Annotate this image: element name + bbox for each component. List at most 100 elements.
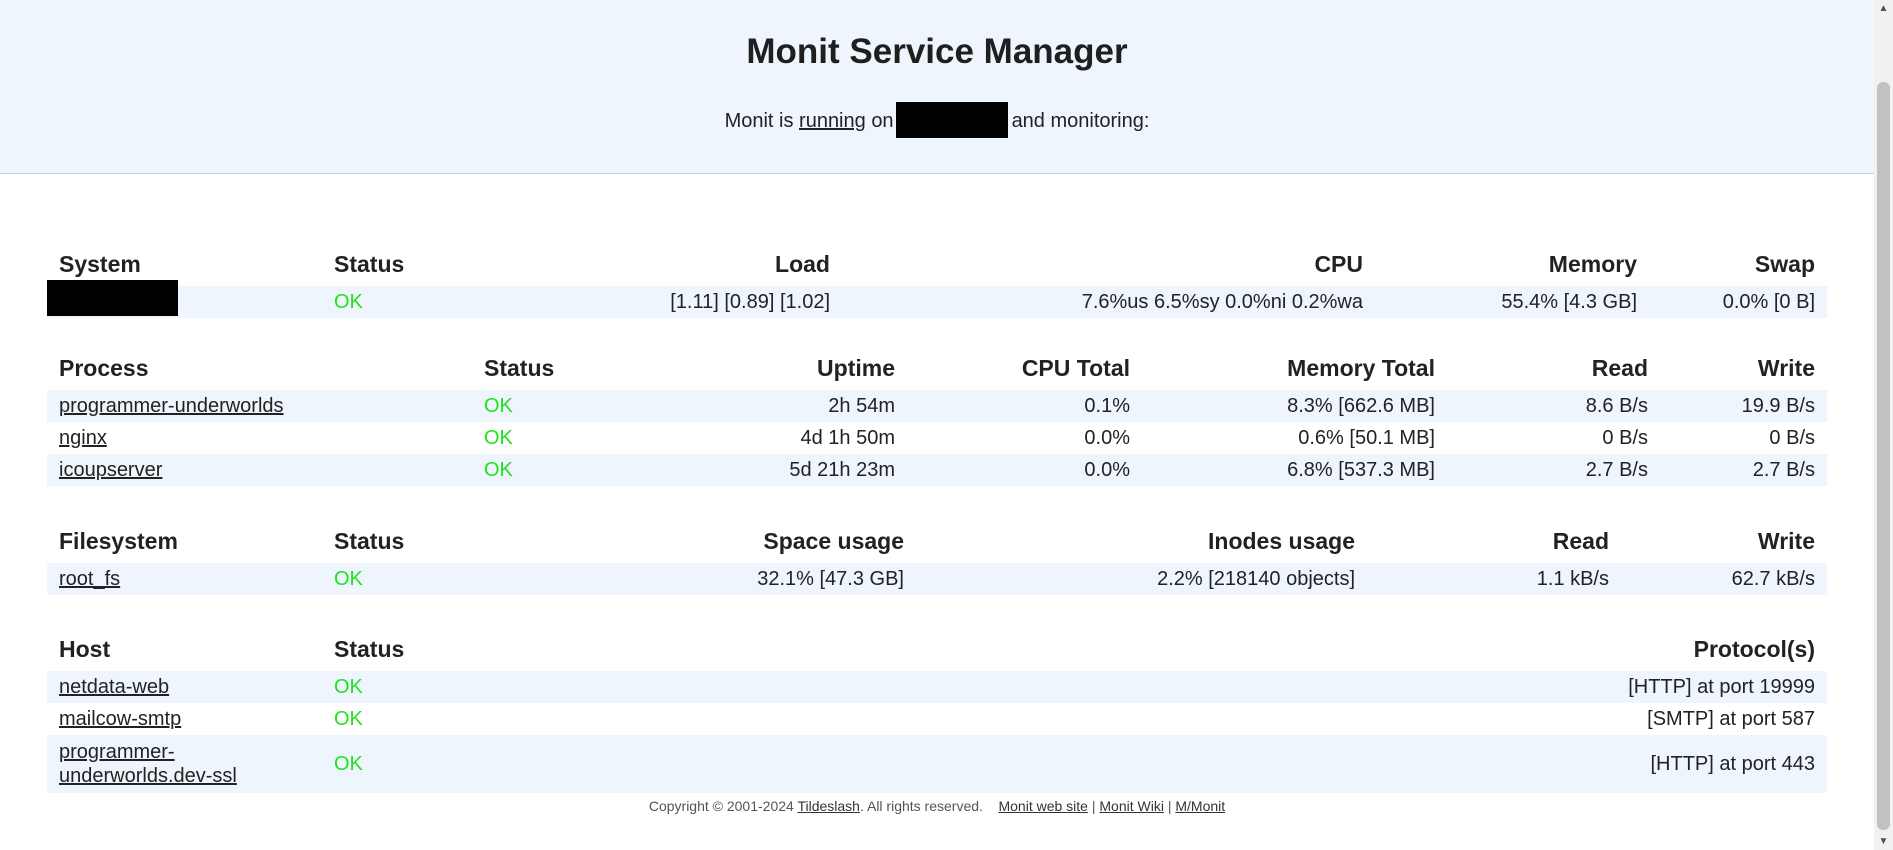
- system-cpu: 7.6%us 6.5%sy 0.0%ni 0.2%wa: [842, 286, 1375, 318]
- filesystem-header-row: Filesystem Status Space usage Inodes usa…: [47, 519, 1827, 563]
- col-status: Status: [334, 635, 405, 662]
- page-title: Monit Service Manager: [746, 32, 1128, 71]
- status-value: OK: [322, 735, 622, 793]
- col-filesystem: Filesystem: [59, 527, 178, 554]
- status-suffix: and monitoring:: [1011, 110, 1150, 132]
- table-row: nginx OK 4d 1h 50m 0.0% 0.6% [50.1 MB] 0…: [47, 422, 1827, 454]
- status-line: Monit is running on and monitoring:: [0, 102, 1874, 138]
- rights-text: . All rights reserved.: [859, 798, 983, 814]
- write-value: 0 B/s: [1769, 426, 1815, 449]
- col-uptime: Uptime: [817, 354, 895, 381]
- memory-value: 0.6% [50.1 MB]: [1298, 426, 1435, 449]
- filesystem-link[interactable]: root_fs: [59, 568, 120, 590]
- table-row: icoupserver OK 5d 21h 23m 0.0% 6.8% [537…: [47, 454, 1827, 486]
- cpu-value: 0.1%: [907, 390, 1142, 422]
- protocol-value: [HTTP] at port 443: [622, 735, 1827, 793]
- status-value: OK: [484, 426, 513, 449]
- status-value: OK: [472, 390, 672, 422]
- col-space-usage: Space usage: [763, 527, 904, 554]
- memory-value: 6.8% [537.3 MB]: [1142, 454, 1447, 486]
- read-value: 1.1 kB/s: [1367, 563, 1621, 595]
- table-row: mailcow-smtp OK [SMTP] at port 587: [47, 703, 1827, 735]
- read-value: 8.6 B/s: [1447, 390, 1660, 422]
- col-write: Write: [1757, 354, 1815, 381]
- protocol-value: [SMTP] at port 587: [1647, 707, 1815, 730]
- col-status: Status: [334, 250, 405, 277]
- filesystem-table: Filesystem Status Space usage Inodes usa…: [47, 519, 1827, 595]
- col-load: Load: [775, 250, 830, 277]
- status-value: OK: [322, 671, 622, 703]
- system-memory: 55.4% [4.3 GB]: [1375, 286, 1649, 318]
- monit-wiki-link[interactable]: Monit Wiki: [1099, 798, 1164, 814]
- col-status: Status: [334, 527, 405, 554]
- system-swap: 0.0% [0 B]: [1649, 286, 1827, 318]
- uptime-value: 2h 54m: [672, 390, 907, 422]
- write-value: 62.7 kB/s: [1621, 563, 1827, 595]
- host-link[interactable]: programmer-underworlds.dev-ssl: [59, 741, 237, 787]
- uptime-value: 5d 21h 23m: [672, 454, 907, 486]
- col-cpu-total: CPU Total: [1021, 354, 1130, 381]
- scrollbar-thumb[interactable]: [1877, 82, 1890, 830]
- status-value: OK: [472, 454, 672, 486]
- page-footer: Copyright © 2001-2024 Tildeslash. All ri…: [0, 798, 1874, 814]
- col-write: Write: [1757, 527, 1815, 554]
- status-value: OK: [322, 563, 522, 595]
- col-read: Read: [1552, 527, 1609, 554]
- mmonit-link[interactable]: M/Monit: [1175, 798, 1225, 814]
- system-header-row: System Status Load CPU Memory Swap: [47, 242, 1827, 286]
- cpu-value: 0.0%: [907, 454, 1142, 486]
- page-header: Monit Service Manager Monit is running o…: [0, 0, 1874, 174]
- scroll-down-arrow-icon[interactable]: ▼: [1874, 833, 1893, 850]
- system-table: System Status Load CPU Memory Swap OK [1…: [47, 242, 1827, 318]
- process-table: Process Status Uptime CPU Total Memory T…: [47, 346, 1827, 486]
- footer-separator: |: [1167, 798, 1172, 814]
- redacted-system-name: [47, 280, 178, 316]
- read-value: 0 B/s: [1602, 426, 1648, 449]
- process-header-row: Process Status Uptime CPU Total Memory T…: [47, 346, 1827, 390]
- scroll-up-arrow-icon[interactable]: ▲: [1874, 0, 1893, 17]
- protocol-value: [HTTP] at port 19999: [622, 671, 1827, 703]
- status-value: OK: [334, 707, 363, 730]
- memory-value: 8.3% [662.6 MB]: [1142, 390, 1447, 422]
- redacted-hostname: [895, 102, 1008, 138]
- footer-separator: |: [1091, 798, 1096, 814]
- vertical-scrollbar[interactable]: ▲ ▼: [1874, 0, 1893, 850]
- copyright-text: Copyright © 2001-2024: [648, 798, 794, 814]
- running-link[interactable]: running: [799, 110, 866, 132]
- write-value: 2.7 B/s: [1660, 454, 1827, 486]
- monit-website-link[interactable]: Monit web site: [998, 798, 1087, 814]
- system-row: OK [1.11] [0.89] [1.02] 7.6%us 6.5%sy 0.…: [47, 286, 1827, 318]
- col-status: Status: [484, 354, 555, 381]
- table-row: programmer-underworlds.dev-ssl OK [HTTP]…: [47, 735, 1827, 793]
- table-row: netdata-web OK [HTTP] at port 19999: [47, 671, 1827, 703]
- host-table: Host Status Protocol(s) netdata-web OK […: [47, 627, 1827, 793]
- col-memory-total: Memory Total: [1287, 354, 1435, 381]
- col-memory: Memory: [1548, 250, 1637, 277]
- inodes-value: 2.2% [218140 objects]: [916, 563, 1367, 595]
- uptime-value: 4d 1h 50m: [800, 426, 895, 449]
- system-load: [1.11] [0.89] [1.02]: [522, 286, 842, 318]
- col-cpu: CPU: [1314, 250, 1363, 277]
- table-row: programmer-underworlds OK 2h 54m 0.1% 8.…: [47, 390, 1827, 422]
- col-protocols: Protocol(s): [1693, 635, 1815, 662]
- host-link[interactable]: mailcow-smtp: [59, 708, 181, 730]
- system-status: OK: [322, 286, 522, 318]
- status-prefix: Monit is: [724, 110, 794, 132]
- space-value: 32.1% [47.3 GB]: [522, 563, 916, 595]
- col-process: Process: [59, 354, 149, 381]
- on-text: on: [871, 110, 894, 132]
- write-value: 19.9 B/s: [1660, 390, 1827, 422]
- read-value: 2.7 B/s: [1447, 454, 1660, 486]
- col-inodes-usage: Inodes usage: [1208, 527, 1355, 554]
- table-row: root_fs OK 32.1% [47.3 GB] 2.2% [218140 …: [47, 563, 1827, 595]
- process-link[interactable]: nginx: [59, 427, 107, 449]
- process-link[interactable]: programmer-underworlds: [59, 395, 284, 417]
- tildeslash-link[interactable]: Tildeslash: [797, 798, 860, 814]
- col-swap: Swap: [1754, 250, 1815, 277]
- host-header-row: Host Status Protocol(s): [47, 627, 1827, 671]
- cpu-value: 0.0%: [1084, 426, 1130, 449]
- col-host: Host: [59, 635, 111, 662]
- monit-page: Monit Service Manager Monit is running o…: [0, 0, 1874, 850]
- process-link[interactable]: icoupserver: [59, 459, 162, 481]
- host-link[interactable]: netdata-web: [59, 676, 169, 698]
